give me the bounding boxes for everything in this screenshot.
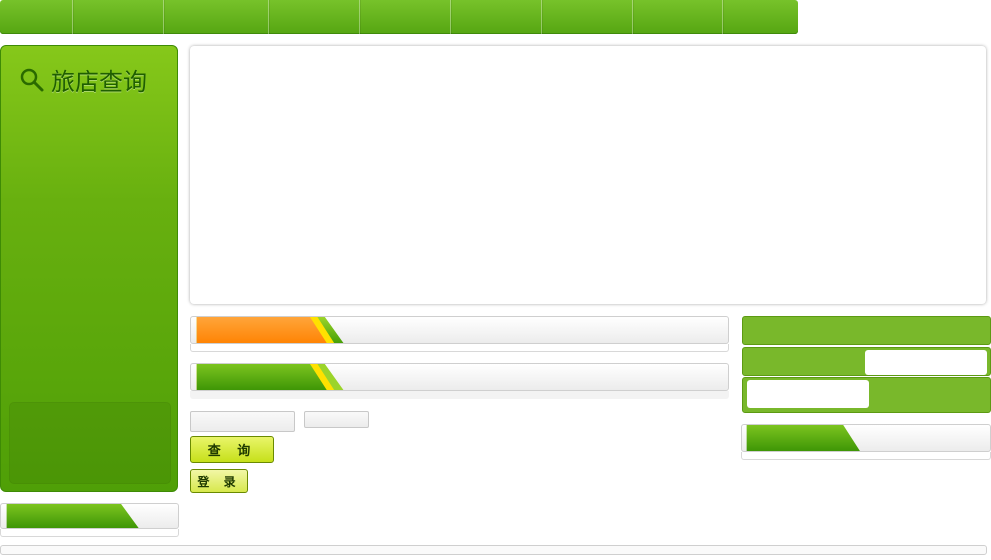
hotel-search-sidebar: 旅店查询 [0, 45, 178, 492]
right-block-2 [742, 347, 991, 376]
right-block-2-slot[interactable] [865, 350, 987, 375]
orange-section-header [190, 316, 729, 344]
left-section-header [0, 503, 179, 529]
right-section-body [741, 452, 991, 460]
sidebar-title: 旅店查询 [51, 68, 147, 96]
sidebar-inner-panel [9, 402, 171, 484]
nav-tab-7[interactable] [542, 0, 633, 34]
nav-tab-4[interactable] [269, 0, 360, 34]
green-tab [196, 364, 344, 390]
footer-bar [0, 545, 987, 555]
right-block-1 [742, 316, 991, 345]
nav-tab-3[interactable] [164, 0, 269, 34]
right-block-3-slot[interactable] [747, 380, 869, 408]
right-section-header [741, 424, 991, 452]
orange-section-body [190, 344, 729, 352]
nav-tab-9[interactable] [723, 0, 798, 34]
nav-tab-2[interactable] [73, 0, 164, 34]
nav-tab-5[interactable] [360, 0, 451, 34]
left-green-tab [6, 504, 139, 528]
left-section-body [0, 529, 179, 537]
nav-tab-6[interactable] [451, 0, 542, 34]
hotel-name-input[interactable] [190, 411, 295, 432]
right-green-tab [746, 425, 860, 451]
main-content-panel [190, 46, 986, 304]
query-button[interactable]: 查 询 [190, 436, 274, 463]
green-section-header [190, 363, 729, 391]
green-section-body [190, 391, 729, 399]
orange-tab [196, 317, 344, 343]
search-icon [20, 68, 44, 91]
login-button[interactable]: 登 录 [190, 469, 248, 493]
sidebar-header: 旅店查询 [19, 62, 147, 97]
top-nav-bar [0, 0, 798, 34]
nav-tab-8[interactable] [633, 0, 723, 34]
city-input[interactable] [304, 411, 369, 428]
right-block-3 [742, 377, 991, 413]
nav-tab-1[interactable] [0, 0, 73, 34]
